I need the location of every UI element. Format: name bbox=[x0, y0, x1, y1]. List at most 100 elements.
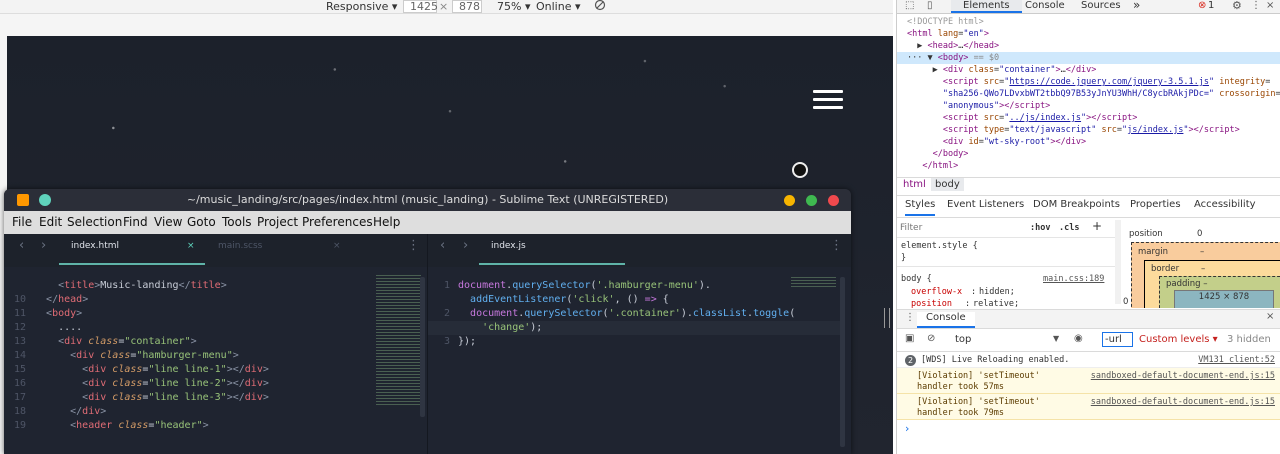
more-options-icon[interactable]: ⋮ bbox=[830, 234, 843, 267]
menu-help[interactable]: Help bbox=[373, 211, 400, 234]
body-rule-selector[interactable]: body { bbox=[901, 273, 932, 285]
console-source-link[interactable]: sandboxed-default-document-end.js:15 bbox=[1091, 370, 1275, 382]
margin-box[interactable]: margin – border – padding – 1425 × 878 bbox=[1131, 242, 1280, 308]
tab-elements[interactable]: Elements bbox=[951, 0, 1022, 13]
resize-handle-icon[interactable] bbox=[884, 308, 890, 328]
menu-selection[interactable]: Selection bbox=[67, 211, 122, 234]
tab-console-drawer[interactable]: Console bbox=[917, 312, 975, 328]
chevron-left-icon[interactable]: ‹ bbox=[440, 234, 445, 267]
log-levels-select[interactable]: Custom levels ▾ bbox=[1139, 334, 1218, 345]
tab-properties[interactable]: Properties bbox=[1130, 199, 1181, 210]
chevron-right-icon[interactable]: › bbox=[41, 234, 46, 267]
tab-close-icon[interactable]: × bbox=[333, 234, 341, 258]
window-titlebar[interactable]: ~/music_landing/src/pages/index.html (mu… bbox=[4, 189, 851, 211]
tab-console[interactable]: Console bbox=[1025, 0, 1065, 11]
padding-box[interactable]: padding – 1425 × 878 bbox=[1159, 276, 1280, 308]
body-rule-source-link[interactable]: main.css:189 bbox=[1043, 273, 1104, 285]
hov-toggle[interactable]: :hov bbox=[1030, 222, 1050, 234]
border-value[interactable]: – bbox=[1201, 264, 1205, 274]
tab-sources[interactable]: Sources bbox=[1081, 0, 1121, 11]
dom-node[interactable]: ▶ <div class="container">…</div> bbox=[897, 64, 1280, 76]
dom-node[interactable]: "anonymous"></script> bbox=[897, 100, 1280, 112]
menu-find[interactable]: Find bbox=[123, 211, 148, 234]
editor-pane-left[interactable]: <title>Music-landing</title> 10 </head> 11… bbox=[4, 267, 427, 454]
minimap[interactable] bbox=[791, 277, 836, 289]
maximize-button[interactable] bbox=[806, 195, 817, 206]
more-options-icon[interactable]: ⋮ bbox=[905, 312, 915, 323]
dom-node[interactable]: </body> bbox=[897, 148, 1280, 160]
dom-node[interactable]: </html> bbox=[897, 160, 1280, 172]
throttle-select[interactable]: Online ▾ bbox=[536, 0, 581, 13]
cls-toggle[interactable]: .cls bbox=[1059, 222, 1079, 234]
chevron-down-icon[interactable]: ▼ bbox=[1053, 334, 1059, 343]
dom-node[interactable]: <!DOCTYPE html> bbox=[897, 16, 1280, 28]
chevron-left-icon[interactable]: ‹ bbox=[19, 234, 24, 267]
device-select[interactable]: Responsive ▾ bbox=[326, 0, 397, 13]
console-source-link[interactable]: sandboxed-default-document-end.js:15 bbox=[1091, 396, 1275, 408]
menu-edit[interactable]: Edit bbox=[39, 211, 62, 234]
scrollbar[interactable] bbox=[1115, 220, 1121, 304]
dom-node[interactable]: <div id="wt-sky-root"></div> bbox=[897, 136, 1280, 148]
editor-pane-right[interactable]: 1 document.querySelector('.hamburger-menu… bbox=[428, 267, 851, 454]
more-options-icon[interactable]: ⋮ bbox=[1251, 0, 1261, 11]
dom-node[interactable]: <script src="../js/index.js"></script> bbox=[897, 112, 1280, 124]
content-box[interactable]: 1425 × 878 bbox=[1174, 290, 1274, 308]
border-box[interactable]: border – padding – 1425 × 878 bbox=[1144, 260, 1280, 308]
minimap[interactable] bbox=[376, 275, 421, 405]
device-toggle-icon[interactable]: ▯ bbox=[927, 0, 933, 11]
close-button[interactable] bbox=[828, 195, 839, 206]
gear-icon[interactable]: ⚙ bbox=[1232, 0, 1242, 12]
css-property-name[interactable]: overflow-x bbox=[911, 286, 962, 298]
tab-event-listeners[interactable]: Event Listeners bbox=[947, 199, 1024, 210]
css-property-value[interactable]: hidden; bbox=[979, 286, 1015, 298]
menu-preferences[interactable]: Preferences bbox=[302, 211, 373, 234]
menu-view[interactable]: View bbox=[154, 211, 182, 234]
styles-filter-input[interactable] bbox=[900, 220, 1020, 235]
menu-tools[interactable]: Tools bbox=[222, 211, 252, 234]
minimize-button[interactable] bbox=[784, 195, 795, 206]
dom-node[interactable]: <script type="text/javascript" src="js/i… bbox=[897, 124, 1280, 136]
height-input[interactable]: 878 bbox=[452, 0, 482, 13]
rotate-icon[interactable] bbox=[594, 0, 606, 12]
tab-dom-breakpoints[interactable]: DOM Breakpoints bbox=[1033, 199, 1120, 210]
tab-accessibility[interactable]: Accessibility bbox=[1194, 199, 1256, 210]
clear-console-icon[interactable]: ⊘ bbox=[927, 333, 935, 344]
scrollbar[interactable] bbox=[420, 277, 425, 417]
new-rule-button[interactable]: + bbox=[1092, 219, 1102, 233]
css-property-name[interactable]: position bbox=[911, 298, 952, 308]
error-count[interactable]: 1 bbox=[1208, 0, 1214, 11]
dom-tree[interactable]: <!DOCTYPE html> <html lang="en"> ▶ <head>… bbox=[897, 16, 1280, 176]
console-source-link[interactable]: VM131 client:52 bbox=[1198, 354, 1275, 366]
sidebar-toggle-icon[interactable]: ▣ bbox=[905, 333, 914, 344]
menu-goto[interactable]: Goto bbox=[187, 211, 216, 234]
margin-left-value[interactable]: 0 bbox=[1123, 297, 1128, 307]
tab-close-icon[interactable]: × bbox=[187, 234, 195, 258]
css-property-value[interactable]: relative; bbox=[973, 298, 1019, 308]
eye-icon[interactable]: ◉ bbox=[1074, 333, 1083, 344]
chevron-right-icon[interactable]: › bbox=[463, 234, 468, 267]
console-filter-input[interactable]: -url bbox=[1102, 332, 1133, 347]
dom-node[interactable]: ··· ▼ <body> == $0 bbox=[897, 52, 1280, 64]
dom-node[interactable]: <script src="https://code.jquery.com/jqu… bbox=[897, 76, 1280, 88]
more-tabs-icon[interactable]: » bbox=[1133, 0, 1140, 12]
menu-file[interactable]: File bbox=[12, 211, 32, 234]
scrollbar[interactable] bbox=[840, 277, 845, 447]
window-pin-icon[interactable] bbox=[39, 194, 51, 206]
element-style-rule[interactable]: element.style { bbox=[901, 240, 978, 252]
context-select[interactable]: top bbox=[955, 334, 971, 345]
close-icon[interactable]: × bbox=[1266, 0, 1274, 11]
inspect-icon[interactable]: ⬚ bbox=[905, 0, 914, 11]
dom-node[interactable]: <html lang="en"> bbox=[897, 28, 1280, 40]
breadcrumb-body[interactable]: body bbox=[931, 178, 964, 191]
tab-index-js[interactable]: index.js bbox=[479, 234, 625, 265]
dom-node[interactable]: "sha256-QWo7LDvxbWT2tbbQ97B53yJnYU3WhH/C… bbox=[897, 88, 1280, 100]
width-input[interactable]: 1425 bbox=[403, 0, 438, 13]
menu-project[interactable]: Project bbox=[257, 211, 298, 234]
dom-node[interactable]: ▶ <head>…</head> bbox=[897, 40, 1280, 52]
close-icon[interactable]: × bbox=[1266, 311, 1274, 322]
more-options-icon[interactable]: ⋮ bbox=[407, 234, 420, 267]
margin-value[interactable]: – bbox=[1200, 247, 1204, 257]
breadcrumb-html[interactable]: html bbox=[903, 179, 926, 190]
box-position-value[interactable]: 0 bbox=[1197, 229, 1202, 239]
console-prompt[interactable]: › bbox=[905, 422, 909, 435]
